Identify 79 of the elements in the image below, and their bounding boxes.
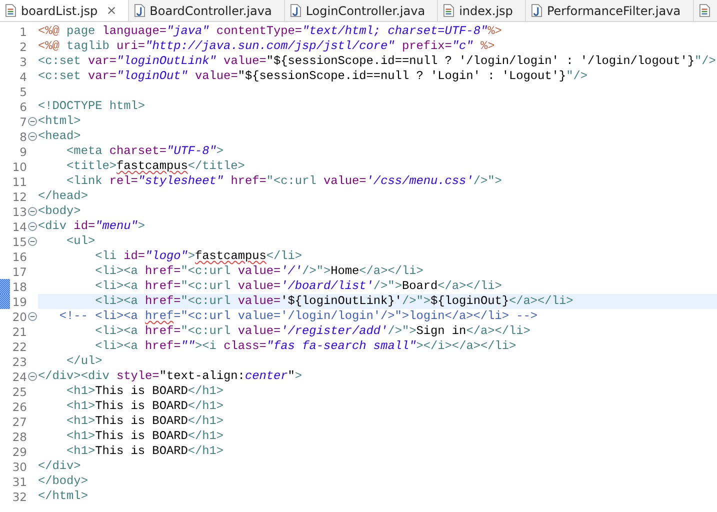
line-number: 32 bbox=[11, 490, 27, 504]
fold-icon[interactable] bbox=[28, 222, 37, 231]
line-number: 31 bbox=[11, 474, 27, 488]
code-line: <h1>This is BOARD</h1> bbox=[66, 414, 224, 429]
code-line: <body> bbox=[38, 204, 81, 219]
code-line: <c:set var="loginOut" value="${sessionScope.id==null ? 'Login' : 'Logout'}"/> bbox=[38, 69, 588, 84]
close-icon[interactable] bbox=[106, 6, 116, 15]
line-number: 4 bbox=[18, 70, 27, 84]
line-number: 7 bbox=[18, 114, 27, 128]
line-number: 22 bbox=[11, 340, 27, 354]
line-number: 25 bbox=[11, 384, 27, 398]
code-line: </body> bbox=[38, 474, 88, 489]
line-number: 19 bbox=[11, 294, 27, 308]
jsp-file-icon bbox=[443, 4, 454, 17]
code-line: <li><a href=""><i class="fas fa-search small"></i></a></li> bbox=[94, 339, 516, 354]
code-line: <h1>This is BOARD</h1> bbox=[66, 444, 224, 459]
code-line: </ul> bbox=[66, 354, 102, 369]
jsp-file-icon bbox=[5, 4, 16, 17]
line-number: 26 bbox=[11, 400, 27, 414]
code-line: <title>fastcampus</title> bbox=[66, 159, 245, 174]
code-line: <h1>This is BOARD</h1> bbox=[66, 429, 224, 444]
line-number: 21 bbox=[11, 324, 27, 338]
fold-icon[interactable] bbox=[28, 117, 37, 126]
line-number: 1 bbox=[18, 24, 27, 38]
code-line: <%@ page language="java" contentType="text/html; charset=UTF-8"%> bbox=[38, 24, 502, 39]
code-line: <li><a href="<c:url value='/register/add'/>">Sign in</a></li> bbox=[94, 324, 530, 339]
fold-icon[interactable] bbox=[28, 312, 37, 321]
code-line: <li id="logo">fastcampus</li> bbox=[94, 249, 302, 264]
line-number: 29 bbox=[11, 444, 27, 458]
jsp-file-icon bbox=[698, 4, 710, 17]
code-line: <ul> bbox=[66, 234, 96, 249]
code-line: <!DOCTYPE html> bbox=[38, 99, 146, 114]
fold-icon[interactable] bbox=[28, 372, 37, 381]
code-line: </html> bbox=[38, 489, 88, 504]
line-number: 3 bbox=[18, 54, 27, 68]
code-line: <html> bbox=[38, 114, 81, 129]
code-line: <link rel="stylesheet" href="<c:url value='/css/menu.css'/>"> bbox=[66, 174, 502, 189]
code-line: </div><div style="text-align:center"> bbox=[38, 369, 302, 384]
code-line: <%@ taglib uri="http://java.sun.com/jsp/jstl/core" prefix="c" %> bbox=[38, 39, 495, 54]
fold-icon[interactable] bbox=[28, 132, 37, 141]
line-number: 2 bbox=[18, 40, 27, 54]
code-line: <c:set var="loginOutLink" value="${sessionScope.id==null ? '/login/login' : '/login/logout'}"/> bbox=[38, 54, 716, 69]
code-line: <div id="menu"> bbox=[38, 219, 146, 234]
line-number: 10 bbox=[11, 160, 27, 174]
java-file-icon bbox=[290, 4, 301, 17]
line-number: 18 bbox=[11, 280, 27, 294]
java-file-icon bbox=[530, 4, 542, 17]
code-line: <!-- <li><a href="<c:url value='/login/login'/>">login</a></li> --> bbox=[58, 309, 538, 324]
line-number: 23 bbox=[11, 354, 27, 368]
line-number: 15 bbox=[11, 234, 27, 248]
fold-icon[interactable] bbox=[28, 237, 37, 246]
line-number: 17 bbox=[11, 264, 27, 278]
line-number: 24 bbox=[11, 370, 27, 384]
code-line: <li><a href="<c:url value='/board/list'/>">Board</a></li> bbox=[94, 279, 502, 294]
line-number: 28 bbox=[11, 430, 27, 444]
fold-icon[interactable] bbox=[28, 207, 37, 216]
code-line: </div> bbox=[38, 459, 81, 474]
editor-tab[interactable]: BoardController.java bbox=[128, 0, 285, 21]
line-number: 9 bbox=[18, 144, 27, 158]
code-line: <head> bbox=[38, 129, 81, 144]
java-file-icon bbox=[134, 4, 145, 17]
line-number: 16 bbox=[11, 250, 27, 264]
line-number: 13 bbox=[11, 204, 27, 218]
line-number: 27 bbox=[11, 414, 27, 428]
line-number: 11 bbox=[11, 174, 27, 188]
line-number: 5 bbox=[18, 84, 27, 98]
code-line: <h1>This is BOARD</h1> bbox=[66, 384, 224, 399]
code-line: </head> bbox=[38, 189, 88, 204]
line-number: 30 bbox=[11, 460, 27, 474]
line-number: 12 bbox=[11, 190, 27, 204]
line-number: 20 bbox=[11, 310, 27, 324]
line-number: 14 bbox=[11, 220, 27, 234]
line-number: 6 bbox=[18, 100, 27, 114]
line-number: 8 bbox=[18, 130, 27, 144]
editor-tab[interactable]: boardList.jsp bbox=[0, 0, 129, 21]
code-line: <li><a href="<c:url value='/'/>">Home</a></li> bbox=[94, 264, 424, 279]
code-line: <meta charset="UTF-8"> bbox=[66, 144, 224, 159]
code-line: <h1>This is BOARD</h1> bbox=[66, 399, 224, 414]
code-line: <li><a href="<c:url value='${loginOutLink}'/>">${loginOut}</a></li> bbox=[94, 294, 574, 309]
